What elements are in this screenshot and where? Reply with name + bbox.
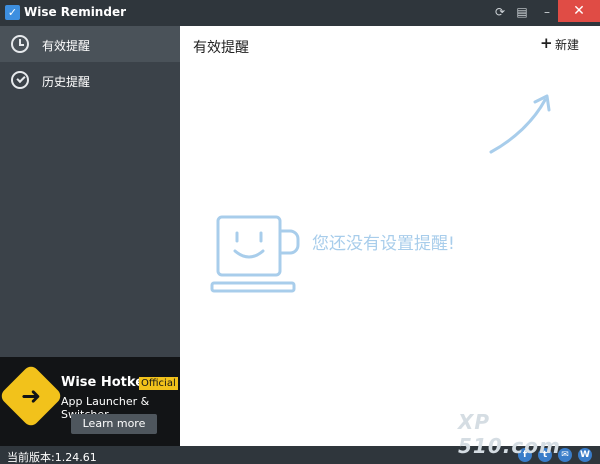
sidebar-item-label: 历史提醒 xyxy=(42,75,91,89)
app-icon: ✓ xyxy=(5,5,20,20)
add-reminder-label: 新建 xyxy=(555,38,580,52)
empty-state-message: 您还没有设置提醒! xyxy=(312,234,455,254)
close-button[interactable]: ✕ xyxy=(558,0,600,22)
promo-badge: Official xyxy=(139,377,178,390)
refresh-icon[interactable]: ⟳ xyxy=(488,0,512,24)
version-label: 当前版本:1.24.61 xyxy=(7,451,97,464)
promo-banner[interactable]: ➜ Wise Hotkey Official App Launcher & Sw… xyxy=(0,357,180,446)
minimize-button[interactable]: – xyxy=(535,0,559,24)
watermark: XP 510.com xyxy=(458,410,561,458)
check-circle-icon xyxy=(11,71,29,89)
window-title: Wise Reminder xyxy=(24,5,126,19)
main-panel: 有效提醒 + 新建 您还没有设置提醒! xyxy=(180,26,600,446)
plus-icon: + xyxy=(540,34,553,52)
alarm-clock-icon xyxy=(11,35,29,53)
menu-icon[interactable]: ▤ xyxy=(510,0,534,24)
arrow-icon: ➜ xyxy=(20,382,42,410)
learn-more-button[interactable]: Learn more xyxy=(71,414,157,434)
title-bar: ✓ Wise Reminder ⟳ ▤ – ✕ xyxy=(0,0,600,26)
sidebar-item-history-reminders[interactable]: 历史提醒 xyxy=(0,62,180,98)
curved-arrow-icon xyxy=(489,94,551,154)
add-reminder-button[interactable]: + 新建 xyxy=(540,34,582,52)
page-title: 有效提醒 xyxy=(193,40,249,56)
sidebar-item-active-reminders[interactable]: 有效提醒 xyxy=(0,26,180,62)
smiling-cup-icon xyxy=(210,215,300,293)
sidebar-item-label: 有效提醒 xyxy=(42,39,91,53)
